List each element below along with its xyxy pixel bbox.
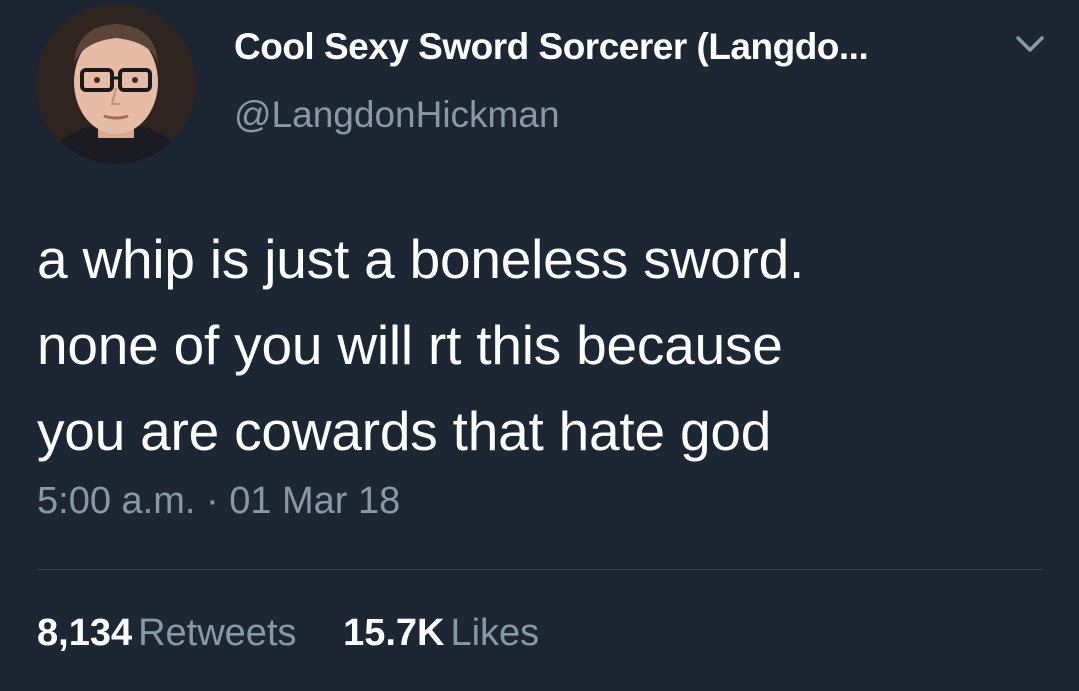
tweet-detail: Cool Sexy Sword Sorcerer (Langdo... @Lan… <box>0 0 1079 691</box>
tweet-text-line: you are cowards that hate god <box>37 400 772 462</box>
likes-stat[interactable]: 15.7K Likes <box>343 612 539 655</box>
avatar-image <box>36 4 196 164</box>
retweets-stat[interactable]: 8,134 Retweets <box>37 612 297 655</box>
tweet-timestamp[interactable]: 5:00 a.m. · 01 Mar 18 <box>37 480 400 523</box>
tweet-text-line: a whip is just a boneless sword. <box>37 228 805 290</box>
retweets-count: 8,134 <box>37 612 133 654</box>
tweet-text: a whip is just a boneless sword. none of… <box>37 216 1047 474</box>
engagement-stats: 8,134 Retweets 15.7K Likes <box>37 612 575 655</box>
divider <box>37 569 1043 570</box>
chevron-down-icon[interactable] <box>1010 30 1050 60</box>
avatar[interactable] <box>36 4 196 164</box>
display-name[interactable]: Cool Sexy Sword Sorcerer (Langdo... <box>234 26 869 68</box>
likes-count: 15.7K <box>343 612 445 654</box>
likes-label: Likes <box>450 612 540 654</box>
user-handle[interactable]: @LangdonHickman <box>234 94 560 136</box>
retweets-label: Retweets <box>138 612 297 654</box>
tweet-text-line: none of you will rt this because <box>37 314 783 376</box>
